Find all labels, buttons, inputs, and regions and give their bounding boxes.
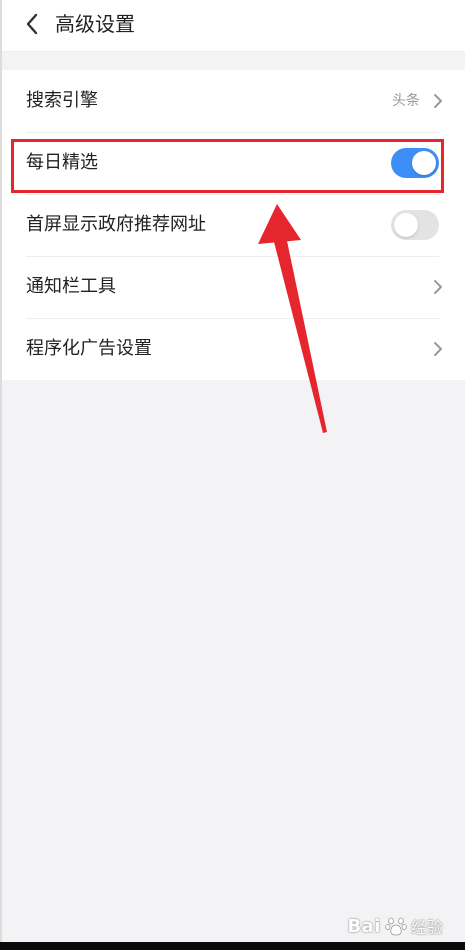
top-bar: 高级设置 [0,0,465,52]
gov-sites-toggle[interactable] [391,210,439,240]
baidu-paw-icon [385,917,407,936]
watermark-suffix: 经验 [410,918,443,937]
chevron-right-icon [434,342,442,356]
daily-picks-toggle[interactable] [391,148,439,178]
setting-row-daily-picks: 每日精选 [0,132,465,194]
setting-row-programmatic-ads[interactable]: 程序化广告设置 [0,318,465,380]
setting-label: 程序化广告设置 [26,338,152,359]
setting-label: 每日精选 [26,152,98,173]
back-button[interactable] [16,8,48,40]
toggle-knob [412,151,436,175]
chevron-right-icon [434,94,442,108]
setting-row-notification-tools[interactable]: 通知栏工具 [0,256,465,318]
screen-edge [0,0,2,942]
setting-value: 头条 [392,93,420,109]
setting-label: 搜索引擎 [26,90,98,111]
watermark: Bai 经验 [347,914,443,938]
setting-label: 通知栏工具 [26,276,116,297]
setting-label: 首屏显示政府推荐网址 [26,214,206,235]
chevron-left-icon [26,13,38,35]
bottom-system-bar [0,942,465,950]
page-title: 高级设置 [55,12,135,36]
chevron-right-icon [434,280,442,294]
toggle-knob [394,213,418,237]
watermark-brand: Bai [347,915,381,937]
settings-list: 搜索引擎 头条 每日精选 首屏显示政府推荐网址 通知栏工具 程序化广告设置 [0,70,465,380]
setting-row-search-engine[interactable]: 搜索引擎 头条 [0,70,465,132]
setting-row-gov-sites: 首屏显示政府推荐网址 [0,194,465,256]
